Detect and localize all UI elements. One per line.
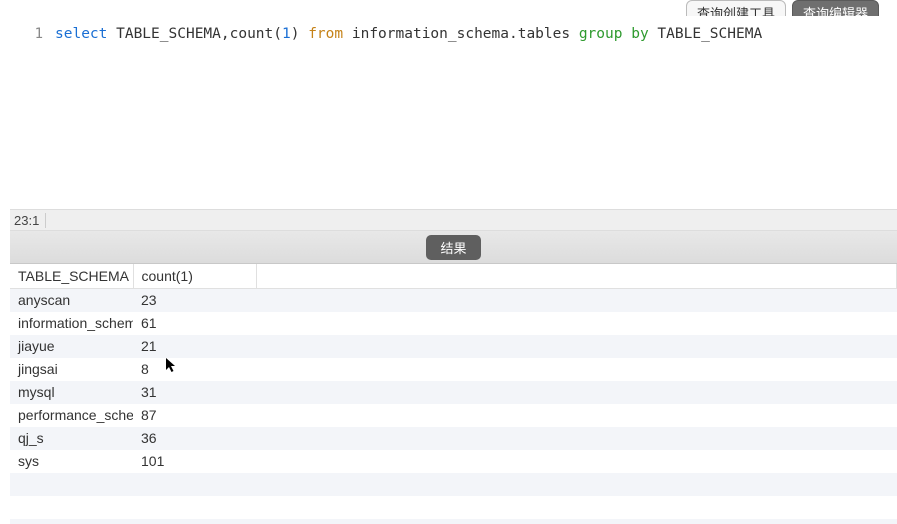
sql-keyword-select: select (55, 26, 107, 42)
cell-schema: jingsai (10, 358, 133, 381)
cell-empty (133, 519, 256, 524)
code-area[interactable]: select TABLE_SCHEMA,count(1) from inform… (55, 16, 897, 209)
cell-empty (256, 289, 897, 312)
table-row[interactable]: anyscan23 (10, 289, 897, 312)
cell-schema: performance_schema (10, 404, 133, 427)
cell-empty (256, 381, 897, 404)
results-tabbar: 结果 (10, 231, 897, 264)
status-bar: 23:1 (10, 209, 897, 231)
cell-count: 61 (133, 312, 256, 335)
cell-empty (256, 312, 897, 335)
sql-groupby-field: TABLE_SCHEMA (649, 26, 763, 42)
cell-empty (256, 358, 897, 381)
sql-keyword-by: by (622, 26, 648, 42)
table-row[interactable]: information_schema61 (10, 312, 897, 335)
table-row-empty (10, 519, 897, 524)
table-row-empty (10, 496, 897, 519)
line-number: 1 (10, 26, 43, 42)
cell-count: 8 (133, 358, 256, 381)
cursor-position: 23:1 (14, 213, 46, 228)
cell-empty (256, 496, 897, 519)
line-gutter: 1 (10, 16, 55, 209)
cell-count: 23 (133, 289, 256, 312)
cell-schema: jiayue (10, 335, 133, 358)
cell-empty (133, 473, 256, 496)
cell-schema: information_schema (10, 312, 133, 335)
cell-empty (256, 473, 897, 496)
table-row[interactable]: performance_schema87 (10, 404, 897, 427)
cell-count: 21 (133, 335, 256, 358)
table-row[interactable]: jiayue21 (10, 335, 897, 358)
table-header-row: TABLE_SCHEMA count(1) (10, 264, 897, 289)
column-header-empty (256, 264, 897, 289)
column-header-count[interactable]: count(1) (133, 264, 256, 289)
cell-empty (256, 519, 897, 524)
cell-schema: qj_s (10, 427, 133, 450)
results-table: TABLE_SCHEMA count(1) anyscan23informati… (10, 264, 897, 524)
cell-count: 36 (133, 427, 256, 450)
cell-count: 101 (133, 450, 256, 473)
results-table-wrap: TABLE_SCHEMA count(1) anyscan23informati… (10, 264, 897, 524)
cell-count: 31 (133, 381, 256, 404)
sql-fields: TABLE_SCHEMA,count( (107, 26, 282, 42)
table-row-empty (10, 473, 897, 496)
cell-count: 87 (133, 404, 256, 427)
table-row[interactable]: sys101 (10, 450, 897, 473)
cell-empty (256, 450, 897, 473)
column-header-schema[interactable]: TABLE_SCHEMA (10, 264, 133, 289)
cell-empty (10, 473, 133, 496)
cell-schema: mysql (10, 381, 133, 404)
sql-after-one: ) (291, 26, 308, 42)
cell-schema: anyscan (10, 289, 133, 312)
cell-empty (10, 519, 133, 524)
cell-empty (133, 496, 256, 519)
results-tab[interactable]: 结果 (426, 235, 480, 260)
cell-empty (256, 427, 897, 450)
sql-keyword-from: from (308, 26, 343, 42)
table-row[interactable]: qj_s36 (10, 427, 897, 450)
table-row[interactable]: jingsai8 (10, 358, 897, 381)
cell-empty (10, 496, 133, 519)
sql-editor[interactable]: 1 select TABLE_SCHEMA,count(1) from info… (10, 16, 897, 209)
sql-keyword-group: group (579, 26, 623, 42)
cell-empty (256, 335, 897, 358)
cell-schema: sys (10, 450, 133, 473)
sql-num: 1 (282, 26, 291, 42)
cell-empty (256, 404, 897, 427)
table-row[interactable]: mysql31 (10, 381, 897, 404)
sql-table: information_schema.tables (343, 26, 579, 42)
